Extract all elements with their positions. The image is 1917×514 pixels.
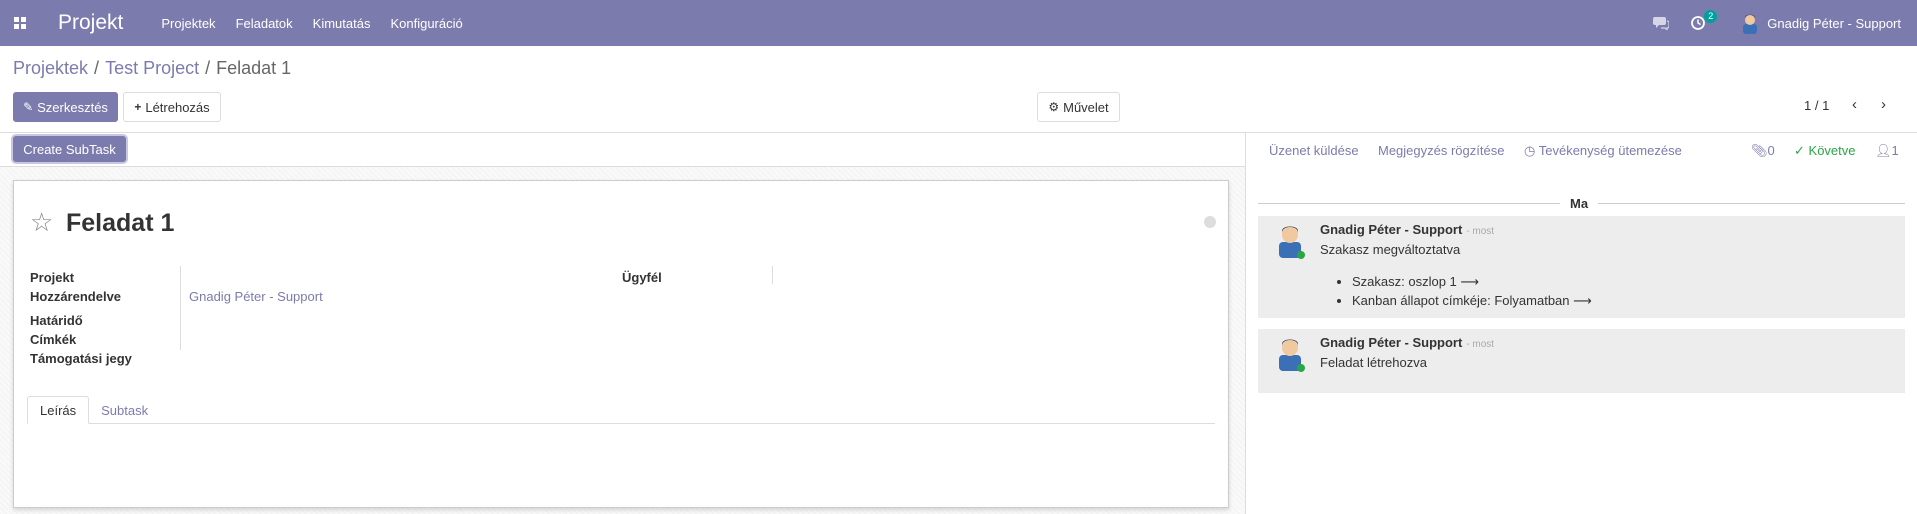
menu-kimutatas[interactable]: Kimutatás (313, 16, 371, 31)
check-icon: ✓ (1794, 143, 1805, 158)
messaging-icon[interactable] (1653, 16, 1670, 30)
top-navbar: Projekt Projektek Feladatok Kimutatás Ko… (0, 0, 1917, 46)
message-author[interactable]: Gnadig Péter - Support - most (1320, 335, 1494, 350)
create-subtask-button[interactable]: Create SubTask (13, 136, 126, 162)
user-menu[interactable]: Gnadig Péter - Support (1739, 12, 1901, 34)
date-separator-label: Ma (1560, 196, 1599, 211)
breadcrumb-separator: / (94, 58, 100, 78)
message-author[interactable]: Gnadig Péter - Support - most (1320, 222, 1494, 237)
activity-clock-icon[interactable]: 2 (1691, 10, 1718, 30)
chatter-message: Gnadig Péter - Support - most Feladat lét… (1258, 329, 1905, 393)
tab-subtask[interactable]: Subtask (89, 396, 160, 424)
user-avatar-icon (1743, 14, 1758, 34)
edit-button[interactable]: ✎ Szerkesztés (13, 92, 118, 122)
chevron-right-icon[interactable]: › (1881, 96, 1886, 113)
star-icon[interactable]: ☆ (30, 207, 53, 238)
log-note-button[interactable]: Megjegyzés rögzítése (1378, 143, 1504, 158)
tracking-list: Szakasz: oszlop 1 ⟶ Kanban állapot címké… (1338, 272, 1592, 310)
message-body: Feladat létrehozva (1320, 355, 1427, 370)
message-body: Szakasz megváltoztatva (1320, 242, 1461, 257)
breadcrumb-current: Feladat 1 (216, 58, 292, 78)
breadcrumb-test-project[interactable]: Test Project (105, 58, 199, 78)
kanban-state-icon[interactable] (1204, 216, 1216, 228)
task-title[interactable]: Feladat 1 (66, 209, 174, 238)
tracking-item: Szakasz: oszlop 1 ⟶ (1352, 272, 1592, 291)
deadline-label: Határidő (30, 313, 83, 328)
send-message-button[interactable]: Üzenet küldése (1269, 143, 1359, 158)
chatter-topbar: Üzenet küldése Megjegyzés rögzítése ◷ Te… (1246, 133, 1917, 167)
breadcrumb-separator: / (205, 58, 211, 78)
message-time: - most (1466, 339, 1495, 350)
field-column-divider (772, 266, 773, 284)
plus-icon: + (134, 100, 142, 114)
author-avatar-icon[interactable] (1274, 337, 1306, 373)
project-label: Projekt (30, 270, 75, 285)
app-name[interactable]: Projekt (58, 11, 123, 35)
user-icon: 👤︎ (1875, 143, 1892, 158)
assigned-field[interactable]: Gnadig Péter - Support (189, 289, 323, 304)
action-button[interactable]: ⚙ Művelet (1037, 92, 1120, 122)
apps-menu-icon[interactable] (0, 0, 40, 46)
ticket-label: Támogatási jegy (30, 351, 132, 366)
chatter-message: Gnadig Péter - Support - most Szakasz meg… (1258, 216, 1905, 318)
attachments-button[interactable]: 📎︎0 (1751, 143, 1775, 159)
chevron-left-icon[interactable]: ‹ (1852, 96, 1857, 113)
form-statusbar: Create SubTask (0, 133, 1245, 167)
pager-value[interactable]: 1 / 1 (1804, 98, 1829, 113)
breadcrumb-projektek[interactable]: Projektek (13, 58, 88, 78)
menu-feladatok[interactable]: Feladatok (236, 16, 293, 31)
customer-label: Ügyfél (622, 270, 662, 285)
clock-icon: ◷ (1524, 143, 1536, 158)
tab-leiras[interactable]: Leírás (27, 396, 90, 424)
notebook-tabs: Leírás Subtask (27, 396, 1215, 424)
menu-projektek[interactable]: Projektek (161, 16, 215, 31)
form-sheet: ☆ Feladat 1 Projekt Ügyfél Hozzárendelve… (13, 180, 1229, 508)
assigned-label: Hozzárendelve (30, 289, 122, 304)
tags-label: Címkék (30, 332, 77, 347)
message-time: - most (1466, 226, 1495, 237)
gear-icon: ⚙ (1048, 100, 1060, 114)
field-column-divider (180, 266, 181, 350)
tracking-item: Kanban állapot címkéje: Folyamatban ⟶ (1352, 291, 1592, 310)
followers-button[interactable]: 👤︎1 (1875, 143, 1899, 159)
menu-konfiguracio[interactable]: Konfiguráció (390, 16, 462, 31)
create-button[interactable]: + Létrehozás (123, 92, 221, 122)
user-name: Gnadig Péter - Support (1767, 15, 1901, 31)
activity-badge: 2 (1704, 10, 1718, 23)
following-button[interactable]: ✓ Követve (1794, 143, 1856, 159)
breadcrumb: Projektek / Test Project / Feladat 1 (13, 58, 291, 79)
form-chatter-separator (1245, 133, 1246, 514)
author-avatar-icon[interactable] (1274, 224, 1306, 260)
schedule-activity-button[interactable]: ◷ Tevékenység ütemezése (1524, 143, 1682, 159)
paperclip-icon: 📎︎ (1751, 143, 1768, 158)
pencil-icon: ✎ (23, 100, 34, 114)
